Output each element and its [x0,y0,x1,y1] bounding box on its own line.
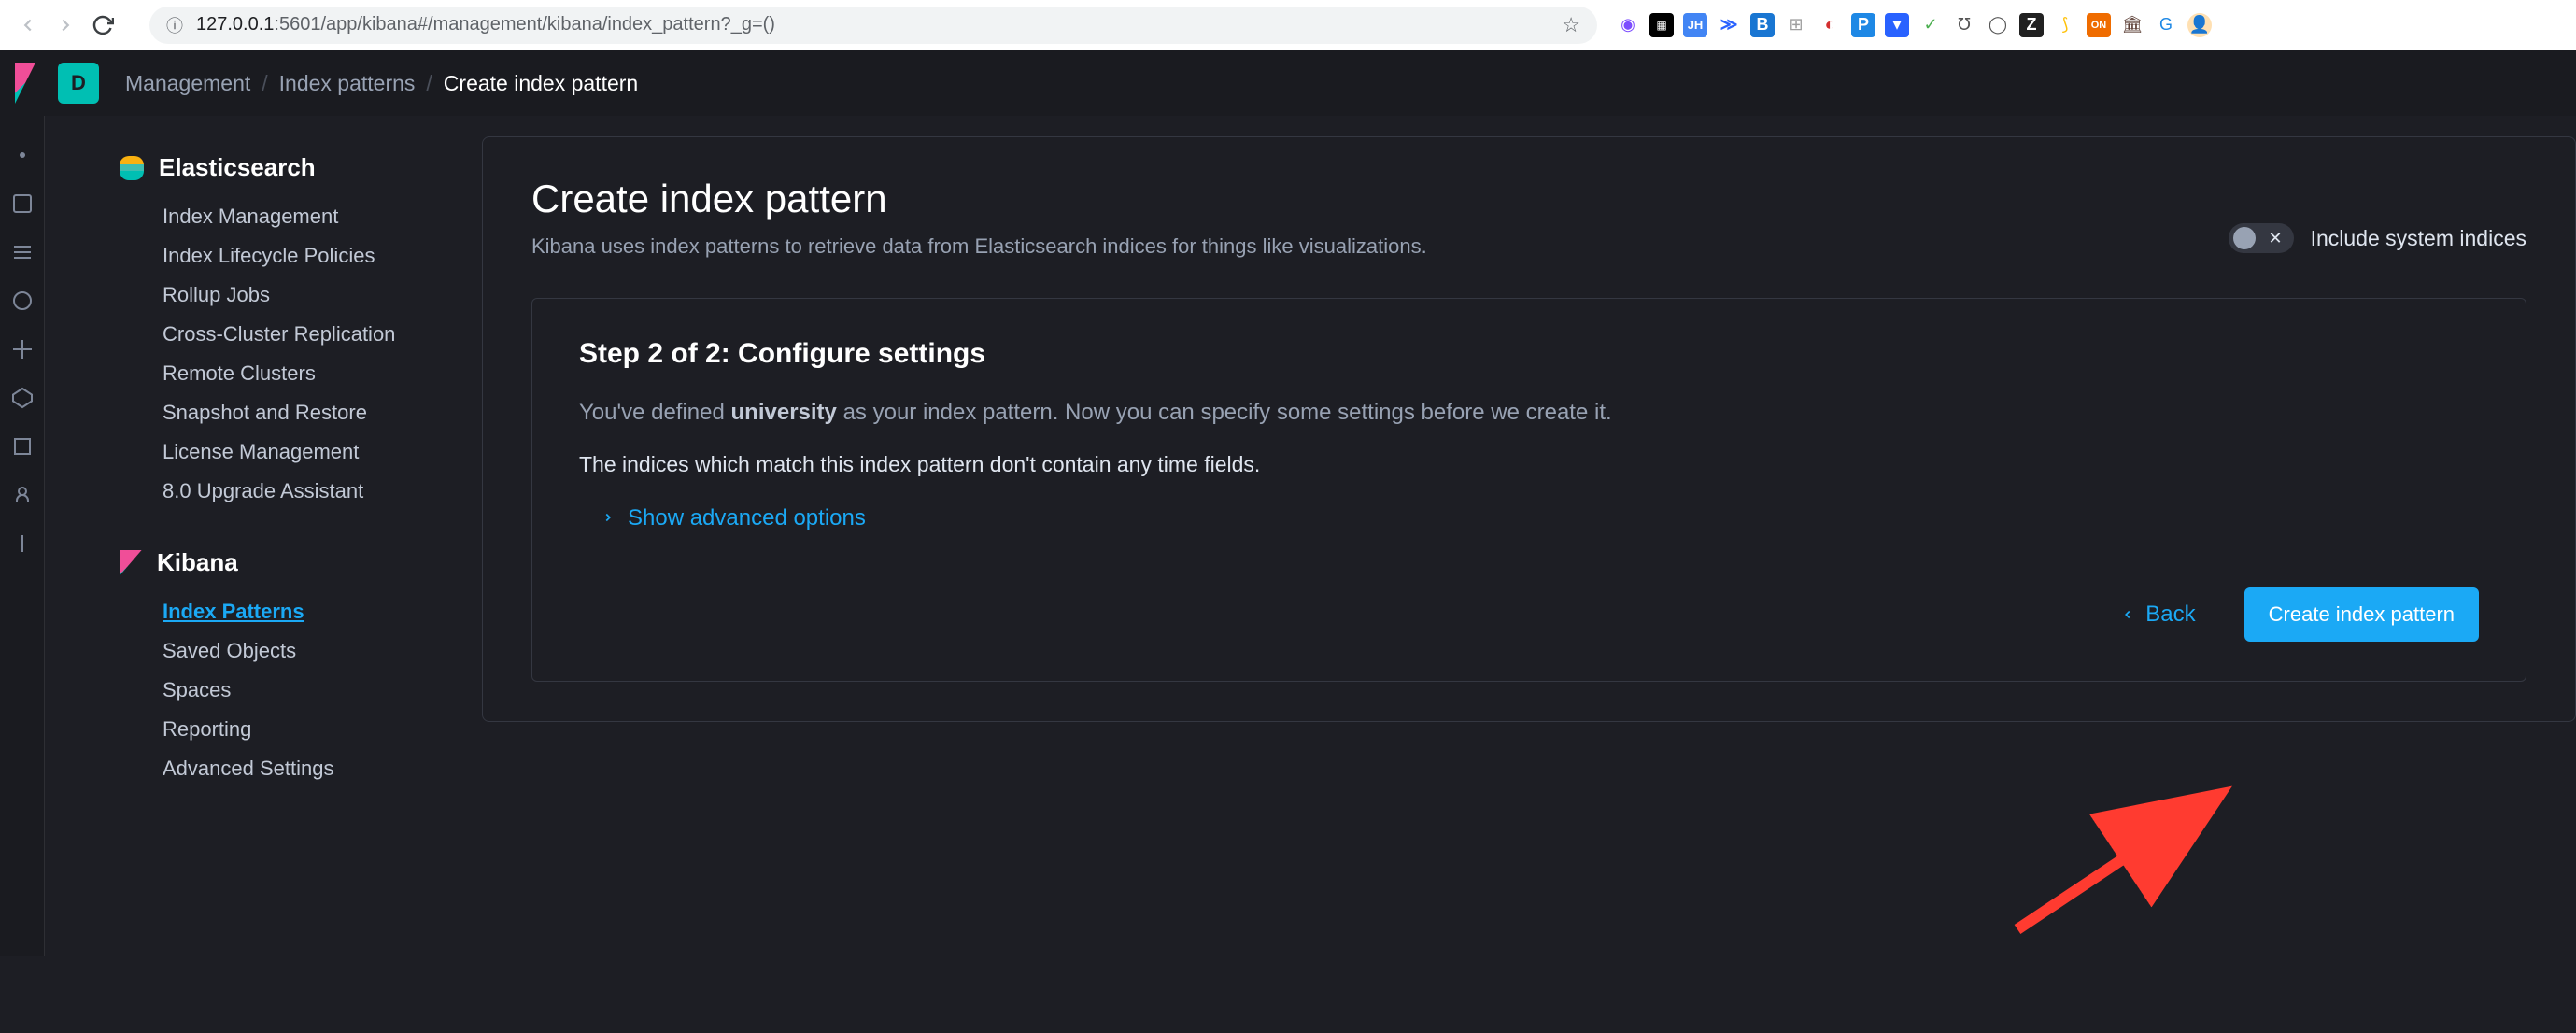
advanced-options-label: Show advanced options [628,505,866,531]
extension-icon[interactable]: G [2154,13,2178,37]
sidebar-item-ccr[interactable]: Cross-Cluster Replication [163,315,482,354]
sidebar-item-spaces[interactable]: Spaces [163,671,482,710]
browser-forward-button[interactable] [47,7,84,44]
kibana-logo-icon[interactable] [0,50,45,116]
sidebar: Elasticsearch Index Management Index Lif… [45,116,482,956]
extension-icon[interactable]: ✓ [1918,13,1943,37]
extension-icon[interactable]: ⊞ [1784,13,1808,37]
rail-icon[interactable] [11,532,34,555]
sidebar-item-reporting[interactable]: Reporting [163,710,482,749]
sidebar-item-rollup-jobs[interactable]: Rollup Jobs [163,276,482,315]
extension-icon[interactable]: Z [2019,13,2044,37]
chevron-left-icon [2121,601,2134,628]
sidebar-item-license[interactable]: License Management [163,432,482,472]
extension-icon[interactable]: ON [2087,13,2111,37]
sidebar-item-remote-clusters[interactable]: Remote Clusters [163,354,482,393]
extension-icon[interactable]: ◯ [1986,13,2010,37]
show-advanced-options-link[interactable]: Show advanced options [602,505,2479,531]
bookmark-star-icon[interactable]: ☆ [1562,13,1580,37]
extension-icon[interactable]: P [1851,13,1875,37]
extension-icon[interactable]: B [1750,13,1775,37]
sidebar-item-saved-objects[interactable]: Saved Objects [163,631,482,671]
step-panel: Step 2 of 2: Configure settings You've d… [531,298,2526,682]
extension-icon[interactable]: ▦ [1649,13,1674,37]
browser-back-button[interactable] [9,7,47,44]
url-host: 127.0.0.1:5601/app/kibana#/management/ki… [196,14,775,35]
sidebar-item-index-patterns[interactable]: Index Patterns [163,592,482,631]
rail-icon[interactable] [11,435,34,458]
browser-extensions: ◉ ▦ JH ≫ B ⊞ ◐ P ▾ ✓ ℧ ◯ Z ⟆ ON 🏛 G 👤 [1616,13,2230,37]
browser-reload-button[interactable] [84,7,121,44]
annotation-arrow-icon [2008,780,2251,939]
browser-url-bar[interactable]: ⓘ 127.0.0.1:5601/app/kibana#/management/… [149,7,1597,44]
breadcrumb-item-current: Create index pattern [444,71,638,96]
rail-icon[interactable] [11,241,34,263]
back-label: Back [2145,601,2195,628]
space-initial: D [71,71,86,95]
breadcrumb-item-index-patterns[interactable]: Index patterns [279,71,416,96]
toggle-label: Include system indices [2311,226,2526,251]
breadcrumb: Management / Index patterns / Create ind… [125,71,638,96]
sidebar-section-elasticsearch: Elasticsearch Index Management Index Lif… [45,153,482,511]
elasticsearch-logo-icon [120,156,144,180]
site-info-icon[interactable]: ⓘ [166,13,183,37]
rail-icon[interactable] [11,144,34,166]
rail-icon[interactable] [11,192,34,215]
kibana-logo-icon [120,550,142,576]
extension-icon[interactable]: ◐ [1818,13,1842,37]
sidebar-item-index-management[interactable]: Index Management [163,197,482,236]
extension-icon[interactable]: ▾ [1885,13,1909,37]
step-description: You've defined university as your index … [579,400,2479,426]
breadcrumb-item-management[interactable]: Management [125,71,250,96]
browser-toolbar: ⓘ 127.0.0.1:5601/app/kibana#/management/… [0,0,2576,50]
sidebar-section-title: Elasticsearch [159,153,316,182]
close-icon: ✕ [2269,229,2283,248]
extension-icon[interactable]: 🏛 [2120,13,2144,37]
back-button[interactable]: Back [2121,601,2195,628]
extension-icon[interactable]: JH [1683,13,1707,37]
step-note: The indices which match this index patte… [579,452,2479,477]
sidebar-item-snapshot-restore[interactable]: Snapshot and Restore [163,393,482,432]
page-title: Create index pattern [531,177,1427,221]
rail-icon[interactable] [11,338,34,361]
left-nav-rail [0,116,45,956]
rail-icon[interactable] [11,290,34,312]
toggle-switch[interactable]: ✕ [2229,223,2294,253]
step-title: Step 2 of 2: Configure settings [579,338,2479,370]
rail-icon[interactable] [11,387,34,409]
main-content: Create index pattern Kibana uses index p… [482,116,2576,956]
extension-icon[interactable]: ≫ [1717,13,1741,37]
sidebar-item-upgrade-assistant[interactable]: 8.0 Upgrade Assistant [163,472,482,511]
page-subtitle: Kibana uses index patterns to retrieve d… [531,234,1427,259]
space-selector[interactable]: D [58,63,99,104]
app-header: D Management / Index patterns / Create i… [0,50,2576,116]
sidebar-item-advanced-settings[interactable]: Advanced Settings [163,749,482,788]
sidebar-section-kibana: Kibana Index Patterns Saved Objects Spac… [45,548,482,788]
extension-icon[interactable]: ℧ [1952,13,1976,37]
breadcrumb-separator: / [426,71,432,96]
breadcrumb-separator: / [262,71,267,96]
sidebar-section-title: Kibana [157,548,238,577]
chevron-right-icon [602,508,615,530]
create-index-pattern-button[interactable]: Create index pattern [2244,587,2479,642]
include-system-indices-toggle[interactable]: ✕ Include system indices [2229,223,2526,253]
sidebar-item-ilm[interactable]: Index Lifecycle Policies [163,236,482,276]
rail-icon[interactable] [11,484,34,506]
extension-icon[interactable]: ◉ [1616,13,1640,37]
extension-icon[interactable]: ⟆ [2053,13,2077,37]
profile-avatar-icon[interactable]: 👤 [2187,13,2212,37]
